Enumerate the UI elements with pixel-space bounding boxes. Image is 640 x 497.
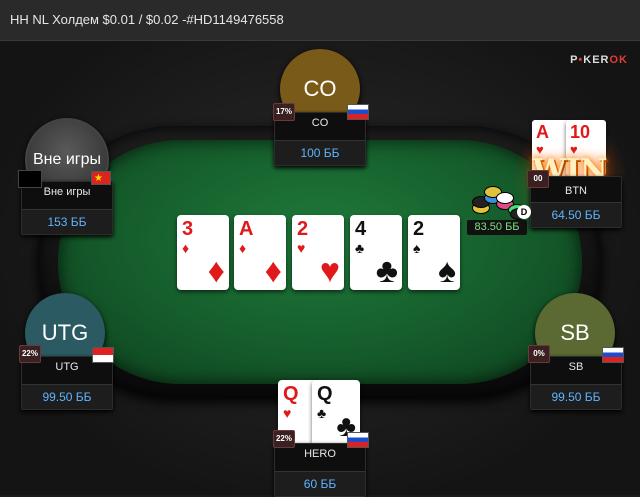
board-card-1: 3 ♦ ♦: [177, 215, 229, 290]
seat-hero-info[interactable]: HERO 60 ББ: [274, 443, 366, 497]
stat-badge[interactable]: 17%: [273, 103, 295, 121]
card-rank: 3: [182, 218, 194, 240]
seat-sitout-info[interactable]: Вне игры 153 ББ: [21, 181, 113, 235]
stat-badge[interactable]: 22%: [19, 345, 41, 363]
player-stack: 153 ББ: [22, 209, 112, 234]
spade-icon: ♠: [413, 240, 421, 256]
spade-icon: ♠: [437, 252, 456, 290]
diamond-icon: ♦: [207, 252, 225, 290]
board-card-3: 2 ♥ ♥: [292, 215, 344, 290]
avatar-label: UTG: [41, 320, 89, 345]
avatar-label: CO: [303, 76, 337, 101]
board-card-5: 2 ♠ ♠: [408, 215, 460, 290]
seat-sb-info[interactable]: SB 99.50 ББ: [530, 356, 622, 410]
club-icon: ♣: [317, 405, 327, 421]
card-rank: A: [239, 218, 254, 240]
table-title: HH NL Холдем $0.01 / $0.02 -#HD114947655…: [10, 12, 284, 27]
player-name: SB: [568, 361, 584, 373]
player-stack: 100 ББ: [275, 140, 365, 165]
board-card-2: A ♦ ♦: [234, 215, 286, 290]
seat-utg-info[interactable]: UTG 99.50 ББ: [21, 356, 113, 410]
diamond-icon: ♦: [239, 240, 247, 256]
avatar-label: Вне игры: [32, 151, 102, 168]
dealer-button-icon: D: [517, 205, 531, 219]
heart-icon: ♥: [319, 252, 340, 290]
russia-flag-icon: [347, 432, 369, 448]
avatar-label: SB: [560, 320, 590, 345]
player-name: HERO: [304, 448, 336, 460]
player-stack: 64.50 ББ: [531, 202, 621, 227]
player-stack: 60 ББ: [275, 471, 365, 496]
pokerok-logo: P•KEROK: [570, 54, 628, 66]
player-stack: 99.50 ББ: [22, 384, 112, 409]
pot-amount: 83.50 ББ: [467, 220, 527, 235]
china-flag-icon: ★: [91, 171, 111, 185]
stat-badge[interactable]: 00: [527, 170, 549, 188]
heart-icon: ♥: [297, 240, 306, 256]
board-card-4: 4 ♣ ♣: [350, 215, 402, 290]
card-rank: 2: [297, 218, 309, 240]
card-rank: Q: [317, 383, 333, 405]
card-rank: 2: [413, 218, 425, 240]
diamond-icon: ♦: [182, 240, 190, 256]
card-rank: 10: [570, 122, 591, 142]
russia-flag-icon: [602, 347, 624, 363]
heart-icon: ♥: [283, 405, 292, 421]
card-rank: Q: [283, 383, 299, 405]
russia-flag-icon: [347, 104, 369, 120]
player-stack: 99.50 ББ: [531, 384, 621, 409]
club-icon: ♣: [355, 240, 365, 256]
stat-badge[interactable]: 0%: [528, 345, 550, 363]
player-name: UTG: [55, 361, 79, 373]
stat-badge: [18, 170, 42, 188]
diamond-icon: ♦: [264, 252, 282, 290]
stat-badge[interactable]: 22%: [273, 430, 295, 448]
card-rank: A: [536, 122, 549, 142]
player-name: Вне игры: [43, 186, 91, 198]
club-icon: ♣: [375, 252, 398, 290]
window-titlebar: HH NL Холдем $0.01 / $0.02 -#HD114947655…: [0, 0, 640, 41]
card-rank: 4: [355, 218, 367, 240]
indonesia-flag-icon: [92, 347, 114, 363]
